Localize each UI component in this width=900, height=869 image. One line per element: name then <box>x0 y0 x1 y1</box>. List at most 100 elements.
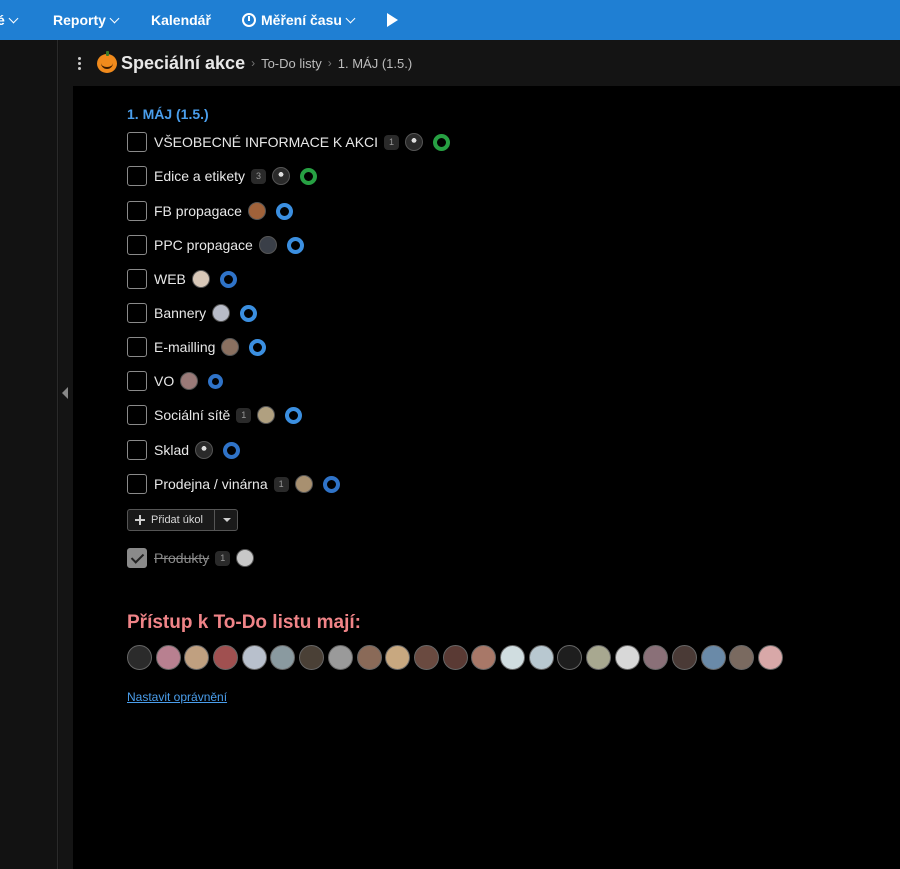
avatar[interactable] <box>213 645 239 670</box>
add-task-button[interactable]: Přidat úkol <box>127 509 238 531</box>
task-label[interactable]: E-mailling <box>154 339 215 355</box>
task-label[interactable]: Edice a etikety <box>154 168 245 184</box>
task-row[interactable]: Edice a etikety 3 <box>127 165 318 187</box>
avatar[interactable] <box>586 645 611 670</box>
comment-count-badge: 1 <box>273 476 289 492</box>
nav-item-time-label: Měření času <box>261 12 342 28</box>
task-row[interactable]: VO <box>127 370 224 392</box>
nav-item-calendar[interactable]: Kalendář <box>151 0 211 40</box>
task-label[interactable]: WEB <box>154 271 186 287</box>
task-row[interactable]: WEB <box>127 268 237 290</box>
avatar[interactable] <box>184 645 210 670</box>
task-label[interactable]: VŠEOBECNÉ INFORMACE K AKCI <box>154 134 378 150</box>
avatar[interactable] <box>212 304 231 322</box>
task-checkbox[interactable] <box>127 371 147 391</box>
avatar[interactable] <box>180 372 199 390</box>
avatar[interactable] <box>272 167 291 185</box>
task-label[interactable]: Bannery <box>154 305 206 321</box>
chevron-down-icon <box>8 13 19 23</box>
nav-item-reports[interactable]: Reporty <box>53 0 120 40</box>
avatar[interactable] <box>195 441 214 459</box>
nav-item-reports-label: Reporty <box>53 12 106 28</box>
task-checkbox[interactable] <box>127 440 147 460</box>
completed-task-row[interactable]: Produkty 1 <box>127 547 255 569</box>
avatar[interactable] <box>327 645 353 670</box>
avatar[interactable] <box>299 645 325 670</box>
breadcrumb-current-list[interactable]: 1. MÁJ (1.5.) <box>338 56 412 71</box>
project-title[interactable]: Speciální akce <box>121 53 245 74</box>
avatar[interactable] <box>270 645 296 670</box>
nav-item-partial-label: é <box>0 12 5 28</box>
avatar[interactable] <box>442 645 468 670</box>
task-row[interactable]: VŠEOBECNÉ INFORMACE K AKCI 1 <box>127 131 451 153</box>
task-checkbox[interactable] <box>127 405 147 425</box>
task-label[interactable]: Produkty <box>154 550 209 566</box>
progress-ring-icon <box>285 406 303 424</box>
avatar[interactable] <box>557 645 583 670</box>
task-label[interactable]: VO <box>154 373 174 389</box>
avatar[interactable] <box>155 645 181 670</box>
add-task-dropdown[interactable] <box>214 510 238 530</box>
task-checkbox-checked[interactable] <box>127 548 147 568</box>
avatar[interactable] <box>191 270 210 288</box>
nav-item-time-tracking[interactable]: Měření času <box>242 0 356 40</box>
task-row[interactable]: Prodejna / vinárna 1 <box>127 473 340 495</box>
avatar[interactable] <box>247 202 266 220</box>
avatar[interactable] <box>356 645 382 670</box>
chevron-down-icon <box>109 13 120 23</box>
task-checkbox[interactable] <box>127 132 147 152</box>
more-options-icon[interactable] <box>78 56 82 70</box>
task-checkbox[interactable] <box>127 166 147 186</box>
progress-ring-icon <box>433 133 451 151</box>
task-row[interactable]: Sociální sítě 1 <box>127 404 303 426</box>
avatar[interactable] <box>236 549 255 567</box>
task-checkbox[interactable] <box>127 337 147 357</box>
collapse-arrow-icon[interactable] <box>62 387 68 399</box>
progress-ring-icon <box>249 338 267 356</box>
avatar[interactable] <box>405 133 424 151</box>
avatar[interactable] <box>413 645 439 670</box>
sidebar <box>0 40 58 869</box>
task-row[interactable]: FB propagace <box>127 200 293 222</box>
task-row[interactable]: E-mailling <box>127 336 267 358</box>
avatar[interactable] <box>127 645 152 670</box>
task-label[interactable]: Prodejna / vinárna <box>154 476 268 492</box>
list-title[interactable]: 1. MÁJ (1.5.) <box>127 106 209 122</box>
avatar[interactable] <box>385 645 411 670</box>
breadcrumb-todo-lists[interactable]: To-Do listy <box>261 56 322 71</box>
task-label[interactable]: FB propagace <box>154 203 242 219</box>
sidebar-toggle-strip[interactable] <box>59 40 73 869</box>
people-avatars <box>127 645 784 670</box>
avatar[interactable] <box>758 645 784 670</box>
task-row[interactable]: Bannery <box>127 302 258 324</box>
avatar[interactable] <box>614 645 640 670</box>
nav-item-partial[interactable]: é <box>0 0 19 40</box>
task-checkbox[interactable] <box>127 269 147 289</box>
task-row[interactable]: PPC propagace <box>127 234 304 256</box>
avatar[interactable] <box>257 406 276 424</box>
avatar[interactable] <box>528 645 554 670</box>
avatar[interactable] <box>643 645 669 670</box>
avatar[interactable] <box>221 338 240 356</box>
comment-count-badge: 1 <box>236 407 252 423</box>
avatar[interactable] <box>471 645 497 670</box>
task-checkbox[interactable] <box>127 201 147 221</box>
avatar[interactable] <box>499 645 525 670</box>
nav-item-calendar-label: Kalendář <box>151 12 211 28</box>
avatar[interactable] <box>729 645 755 670</box>
timer-play-button[interactable] <box>387 0 398 40</box>
task-checkbox[interactable] <box>127 303 147 323</box>
task-label[interactable]: Sociální sítě <box>154 407 230 423</box>
task-label[interactable]: Sklad <box>154 442 189 458</box>
avatar[interactable] <box>700 645 726 670</box>
avatar[interactable] <box>294 475 313 493</box>
comment-count-badge: 3 <box>251 168 267 184</box>
task-checkbox[interactable] <box>127 235 147 255</box>
avatar[interactable] <box>672 645 698 670</box>
task-label[interactable]: PPC propagace <box>154 237 253 253</box>
avatar[interactable] <box>258 236 277 254</box>
task-checkbox[interactable] <box>127 474 147 494</box>
avatar[interactable] <box>241 645 267 670</box>
set-permissions-link[interactable]: Nastavit oprávnění <box>127 690 227 704</box>
task-row[interactable]: Sklad <box>127 439 241 461</box>
